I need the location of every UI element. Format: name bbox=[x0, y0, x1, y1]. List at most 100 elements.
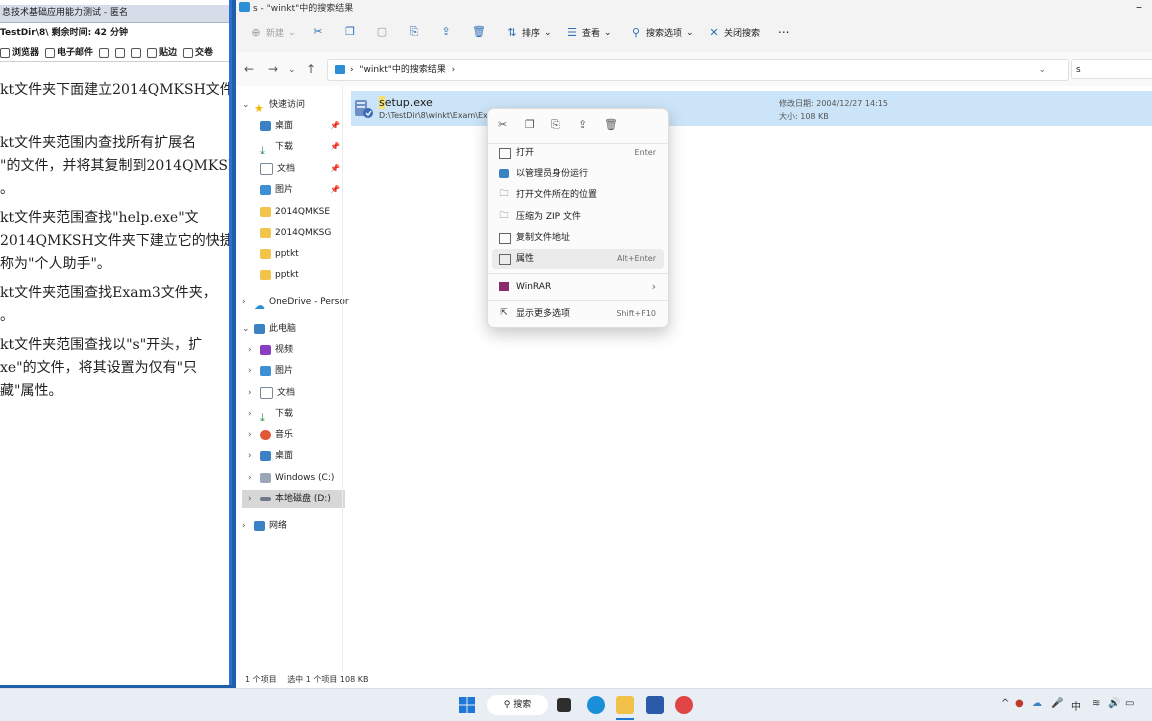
delete-button[interactable]: 🗑 bbox=[472, 25, 486, 38]
cut-icon[interactable]: ✂ bbox=[498, 118, 507, 131]
file-explorer-icon[interactable] bbox=[616, 696, 634, 714]
tool-button-1[interactable] bbox=[99, 45, 110, 61]
tray-app-icon[interactable]: ● bbox=[1015, 698, 1024, 709]
open-icon bbox=[499, 148, 511, 159]
menu-separator bbox=[488, 300, 668, 301]
nav-quick-access[interactable]: ⌄ ★ 快速访问 bbox=[242, 96, 305, 115]
question-line: 藏"属性。 bbox=[0, 383, 63, 399]
pane-divider[interactable] bbox=[342, 86, 343, 672]
nav-folder[interactable]: 2014QMKSG bbox=[260, 224, 331, 242]
download-icon: ⤓ bbox=[260, 411, 265, 424]
nav-folder[interactable]: 2014QMKSE bbox=[260, 203, 330, 221]
menu-item-open-location[interactable]: 🗀 打开文件所在的位置 bbox=[492, 185, 664, 205]
menu-item-zip[interactable]: 🗀 压缩为 ZIP 文件 bbox=[492, 207, 664, 227]
submit-button[interactable]: 交卷 bbox=[183, 45, 213, 61]
breadcrumb[interactable]: › "winkt"中的搜索结果 › bbox=[350, 60, 455, 80]
nav-drive-d[interactable]: › 本地磁盘 (D:) bbox=[242, 490, 345, 508]
menu-item-winrar[interactable]: WinRAR › bbox=[492, 277, 664, 297]
more-button[interactable]: ... bbox=[778, 22, 789, 36]
nav-folder[interactable]: pptkt bbox=[260, 245, 299, 263]
store-icon[interactable] bbox=[646, 696, 664, 714]
nav-folder[interactable]: pptkt bbox=[260, 266, 299, 284]
view-button[interactable]: ☰ 查看 ⌄ bbox=[566, 26, 612, 39]
file-row[interactable]: setup.exe D:\TestDir\8\winkt\Exam\Ex 修改日… bbox=[351, 91, 1152, 126]
nav-videos[interactable]: › 视频 bbox=[248, 341, 293, 359]
nav-downloads[interactable]: ⤓ 下载 📌 bbox=[260, 138, 340, 157]
question-line: 。 bbox=[0, 181, 14, 197]
task-view-icon[interactable] bbox=[557, 698, 571, 712]
copy-button[interactable]: ❐ bbox=[344, 26, 356, 38]
trash-icon: 🗑 bbox=[472, 25, 486, 38]
email-button[interactable]: 电子邮件 bbox=[45, 45, 93, 61]
tray-cloud-icon[interactable]: ☁ bbox=[1032, 698, 1042, 709]
star-icon: ★ bbox=[254, 102, 264, 115]
more-options-icon: ⇱ bbox=[500, 308, 508, 318]
up-button[interactable]: ↑ bbox=[306, 62, 316, 76]
zoom-in-button[interactable] bbox=[115, 45, 126, 61]
rename-button[interactable]: ⎘ bbox=[408, 26, 420, 38]
browser-button[interactable]: 浏览器 bbox=[0, 45, 39, 61]
start-button[interactable] bbox=[458, 696, 476, 714]
new-button[interactable]: ⊕ 新建 ⌄ bbox=[250, 25, 295, 39]
nav-documents[interactable]: 文档 📌 bbox=[260, 160, 340, 178]
sort-button[interactable]: ⇅ 排序 ⌄ bbox=[506, 26, 551, 39]
app-icon[interactable] bbox=[675, 696, 693, 714]
nav-desktop[interactable]: 桌面 📌 bbox=[260, 117, 340, 135]
paste-button[interactable]: ▢ bbox=[376, 26, 388, 38]
address-bar[interactable]: › "winkt"中的搜索结果 › ⌄ ↻ bbox=[327, 59, 1094, 81]
trash-icon[interactable]: 🗑 bbox=[604, 118, 618, 131]
nav-network[interactable]: › 网络 bbox=[242, 517, 287, 535]
nav-pictures[interactable]: 图片 📌 bbox=[260, 181, 340, 199]
cut-button[interactable]: ✂ bbox=[312, 26, 324, 38]
rename-icon[interactable]: ⎘ bbox=[551, 118, 560, 132]
plus-icon: ⊕ bbox=[251, 25, 261, 39]
minimize-button[interactable]: – bbox=[1136, 0, 1142, 14]
menu-item-properties[interactable]: 属性 Alt+Enter bbox=[492, 249, 664, 269]
search-options-icon: ⚲ bbox=[631, 25, 641, 39]
share-icon[interactable]: ⇪ bbox=[578, 118, 587, 131]
ime-indicator[interactable]: 中 bbox=[1071, 698, 1081, 713]
taskbar: ⚲ 搜索 ^ ● ☁ 🎤 中 ≋ 🔊 ▭ bbox=[0, 688, 1152, 721]
copy-icon: ❐ bbox=[345, 25, 355, 38]
snap-button[interactable]: 贴边 bbox=[147, 45, 177, 61]
forward-button[interactable]: → bbox=[268, 62, 278, 76]
nav-downloads2[interactable]: › ⤓ 下载 bbox=[248, 405, 293, 424]
menu-item-more-options[interactable]: ⇱ 显示更多选项 Shift+F10 bbox=[492, 304, 664, 324]
edge-icon[interactable] bbox=[587, 696, 605, 714]
nav-this-pc[interactable]: ⌄ 此电脑 bbox=[242, 320, 296, 338]
nav-pictures2[interactable]: › 图片 bbox=[248, 362, 293, 380]
tool-icon bbox=[99, 48, 110, 58]
nav-onedrive[interactable]: › ☁ OneDrive - Persor bbox=[242, 293, 349, 312]
folder-icon bbox=[335, 65, 345, 74]
context-quick-actions: ✂ ❐ ⎘ ⇪ 🗑 bbox=[488, 109, 668, 139]
nav-documents2[interactable]: › 文档 bbox=[248, 384, 295, 402]
nav-desktop2[interactable]: › 桌面 bbox=[248, 447, 293, 465]
taskbar-search[interactable]: ⚲ 搜索 bbox=[487, 695, 548, 715]
microphone-icon[interactable]: 🎤 bbox=[1051, 698, 1063, 709]
close-search-button[interactable]: ✕ 关闭搜索 bbox=[708, 26, 760, 39]
address-dropdown-icon[interactable]: ⌄ bbox=[1038, 60, 1046, 80]
nav-drive-c[interactable]: › Windows (C:) bbox=[248, 469, 334, 487]
pictures-icon bbox=[260, 366, 271, 376]
volume-icon[interactable]: 🔊 bbox=[1108, 698, 1120, 709]
recent-dropdown[interactable]: ⌄ bbox=[288, 65, 296, 75]
pictures-icon bbox=[260, 185, 271, 195]
pin-icon: 📌 bbox=[330, 164, 340, 173]
zoom-out-button[interactable] bbox=[131, 45, 142, 61]
windows-icon bbox=[459, 697, 475, 713]
back-button[interactable]: ← bbox=[244, 62, 254, 76]
copy-icon[interactable]: ❐ bbox=[525, 118, 535, 131]
battery-icon[interactable]: ▭ bbox=[1125, 698, 1134, 709]
menu-item-run-as-admin[interactable]: 以管理员身份运行 bbox=[492, 164, 664, 184]
file-name[interactable]: setup.exe bbox=[379, 96, 433, 109]
search-options-button[interactable]: ⚲ 搜索选项 ⌄ bbox=[630, 26, 694, 39]
menu-item-copy-path[interactable]: 复制文件地址 bbox=[492, 228, 664, 248]
search-input[interactable]: s bbox=[1071, 59, 1152, 79]
browser-icon bbox=[0, 48, 10, 58]
chevron-up-icon[interactable]: ^ bbox=[1001, 698, 1009, 709]
wifi-icon[interactable]: ≋ bbox=[1092, 698, 1100, 709]
explorer-titlebar[interactable]: s - "winkt"中的搜索结果 – bbox=[236, 0, 1152, 16]
menu-item-open[interactable]: 打开 Enter bbox=[492, 143, 664, 163]
nav-music[interactable]: › 音乐 bbox=[248, 426, 293, 444]
share-button[interactable]: ⇪ bbox=[440, 26, 452, 38]
